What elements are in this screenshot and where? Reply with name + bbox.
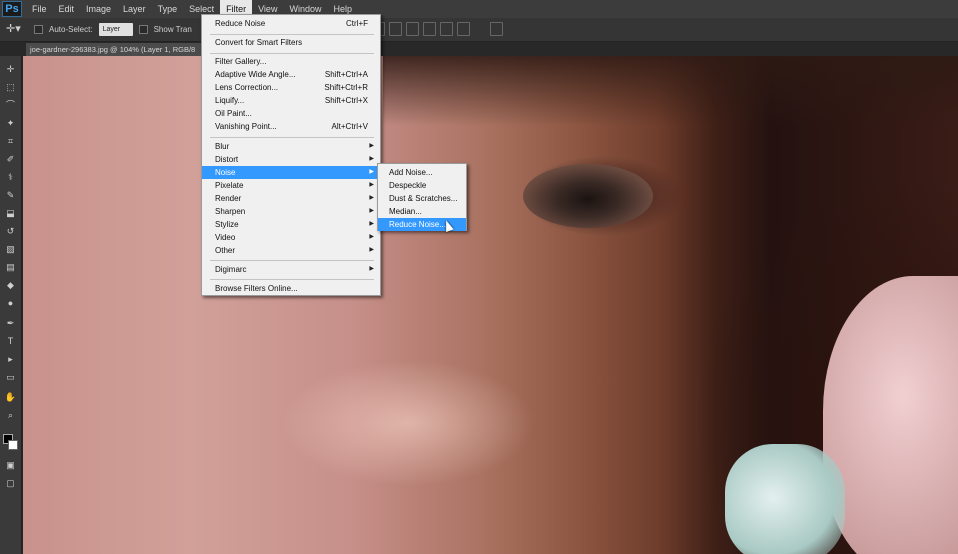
- separator: [210, 34, 374, 35]
- distribute-middle-icon[interactable]: [440, 22, 453, 36]
- quick-select-icon[interactable]: ✦: [4, 118, 17, 129]
- menu-item-browse-filters-online[interactable]: Browse Filters Online...: [202, 282, 380, 295]
- menu-item-stylize[interactable]: Stylize ▶: [202, 218, 380, 231]
- menu-item-blur[interactable]: Blur ▶: [202, 140, 380, 153]
- screen-mode-icon[interactable]: ▢: [4, 478, 17, 489]
- separator: [210, 260, 374, 261]
- photo-eye: [523, 164, 653, 228]
- auto-align-icon[interactable]: [490, 22, 503, 36]
- show-transform-label: Show Tran: [153, 25, 192, 34]
- menu-item-adaptive-wide-angle[interactable]: Adaptive Wide Angle... Shift+Ctrl+A: [202, 68, 380, 81]
- history-brush-icon[interactable]: ↺: [4, 226, 17, 237]
- photoshop-logo: Ps: [2, 1, 22, 17]
- background-color-swatch[interactable]: [8, 440, 18, 450]
- auto-select-checkbox[interactable]: [34, 25, 43, 34]
- image-canvas[interactable]: [23, 56, 958, 554]
- menu-item-reduce-noise-last[interactable]: Reduce Noise Ctrl+F: [202, 17, 380, 30]
- menu-item-other[interactable]: Other ▶: [202, 244, 380, 257]
- show-transform-checkbox[interactable]: [138, 25, 148, 34]
- menu-item-sharpen[interactable]: Sharpen ▶: [202, 205, 380, 218]
- menu-item-convert-smart-filters[interactable]: Convert for Smart Filters: [202, 36, 380, 49]
- gradient-icon[interactable]: ▤: [4, 262, 17, 273]
- submenu-item-median[interactable]: Median...: [378, 205, 466, 218]
- menu-item-noise[interactable]: Noise ▶: [202, 166, 380, 179]
- menu-file[interactable]: File: [26, 0, 53, 18]
- move-tool-icon[interactable]: ✛▾: [6, 22, 28, 38]
- submenu-item-add-noise[interactable]: Add Noise...: [378, 166, 466, 179]
- brush-icon[interactable]: ✎: [4, 190, 17, 201]
- zoom-icon[interactable]: ⌕: [4, 410, 17, 421]
- lasso-icon[interactable]: ⌒: [4, 100, 17, 111]
- separator: [210, 279, 374, 280]
- photo-flower: [725, 444, 845, 554]
- menu-item-oil-paint[interactable]: Oil Paint...: [202, 107, 380, 120]
- toolbox: ✛ ⬚ ⌒ ✦ ⌗ ✐ ⚕ ✎ ⬓ ↺ ▧ ▤ ◆ ● ✒ T ▸ ▭ ✋ ⌕ …: [0, 56, 22, 554]
- menu-item-liquify[interactable]: Liquify... Shift+Ctrl+X: [202, 94, 380, 107]
- move-icon[interactable]: ✛: [4, 64, 17, 75]
- eraser-icon[interactable]: ▧: [4, 244, 17, 255]
- submenu-item-despeckle[interactable]: Despeckle: [378, 179, 466, 192]
- auto-select-dropdown[interactable]: Layer: [98, 23, 133, 36]
- path-select-icon[interactable]: ▸: [4, 354, 17, 365]
- distribute-bottom-icon[interactable]: [457, 22, 470, 36]
- clone-stamp-icon[interactable]: ⬓: [4, 208, 17, 219]
- submenu-item-dust-scratches[interactable]: Dust & Scratches...: [378, 192, 466, 205]
- menu-item-video[interactable]: Video ▶: [202, 231, 380, 244]
- filter-menu: Reduce Noise Ctrl+F Convert for Smart Fil…: [201, 14, 381, 296]
- marquee-icon[interactable]: ⬚: [4, 82, 17, 93]
- menu-type[interactable]: Type: [152, 0, 184, 18]
- auto-select-label: Auto-Select:: [49, 25, 93, 34]
- quick-mask-icon[interactable]: ▣: [4, 460, 17, 471]
- crop-icon[interactable]: ⌗: [4, 136, 17, 147]
- blur-icon[interactable]: ◆: [4, 280, 17, 291]
- align-right-icon[interactable]: [406, 22, 419, 36]
- dodge-icon[interactable]: ●: [4, 298, 17, 309]
- healing-brush-icon[interactable]: ⚕: [4, 172, 17, 183]
- menu-image[interactable]: Image: [80, 0, 117, 18]
- distribute-top-icon[interactable]: [423, 22, 436, 36]
- eyedropper-icon[interactable]: ✐: [4, 154, 17, 165]
- menu-bar: Ps File Edit Image Layer Type Select Fil…: [0, 0, 958, 18]
- menu-item-pixelate[interactable]: Pixelate ▶: [202, 179, 380, 192]
- rectangle-icon[interactable]: ▭: [4, 372, 17, 383]
- separator: [210, 137, 374, 138]
- menu-item-lens-correction[interactable]: Lens Correction... Shift+Ctrl+R: [202, 81, 380, 94]
- menu-item-distort[interactable]: Distort ▶: [202, 153, 380, 166]
- align-center-icon[interactable]: [389, 22, 402, 36]
- pen-icon[interactable]: ✒: [4, 318, 17, 329]
- menu-layer[interactable]: Layer: [117, 0, 152, 18]
- separator: [210, 53, 374, 54]
- auto-align-icons: [490, 22, 503, 36]
- menu-item-filter-gallery[interactable]: Filter Gallery...: [202, 55, 380, 68]
- document-tab[interactable]: joe-gardner-296383.jpg @ 104% (Layer 1, …: [26, 43, 202, 56]
- noise-submenu: Add Noise... Despeckle Dust & Scratches.…: [377, 163, 467, 231]
- hand-icon[interactable]: ✋: [4, 392, 17, 403]
- photo-hair: [383, 56, 958, 126]
- menu-item-vanishing-point[interactable]: Vanishing Point... Alt+Ctrl+V: [202, 120, 380, 133]
- menu-edit[interactable]: Edit: [53, 0, 81, 18]
- menu-item-digimarc[interactable]: Digimarc ▶: [202, 263, 380, 276]
- menu-item-render[interactable]: Render ▶: [202, 192, 380, 205]
- align-icons: [372, 22, 470, 36]
- options-bar: ✛▾ Auto-Select: Layer Show Tran: [0, 18, 958, 42]
- type-icon[interactable]: T: [4, 336, 17, 347]
